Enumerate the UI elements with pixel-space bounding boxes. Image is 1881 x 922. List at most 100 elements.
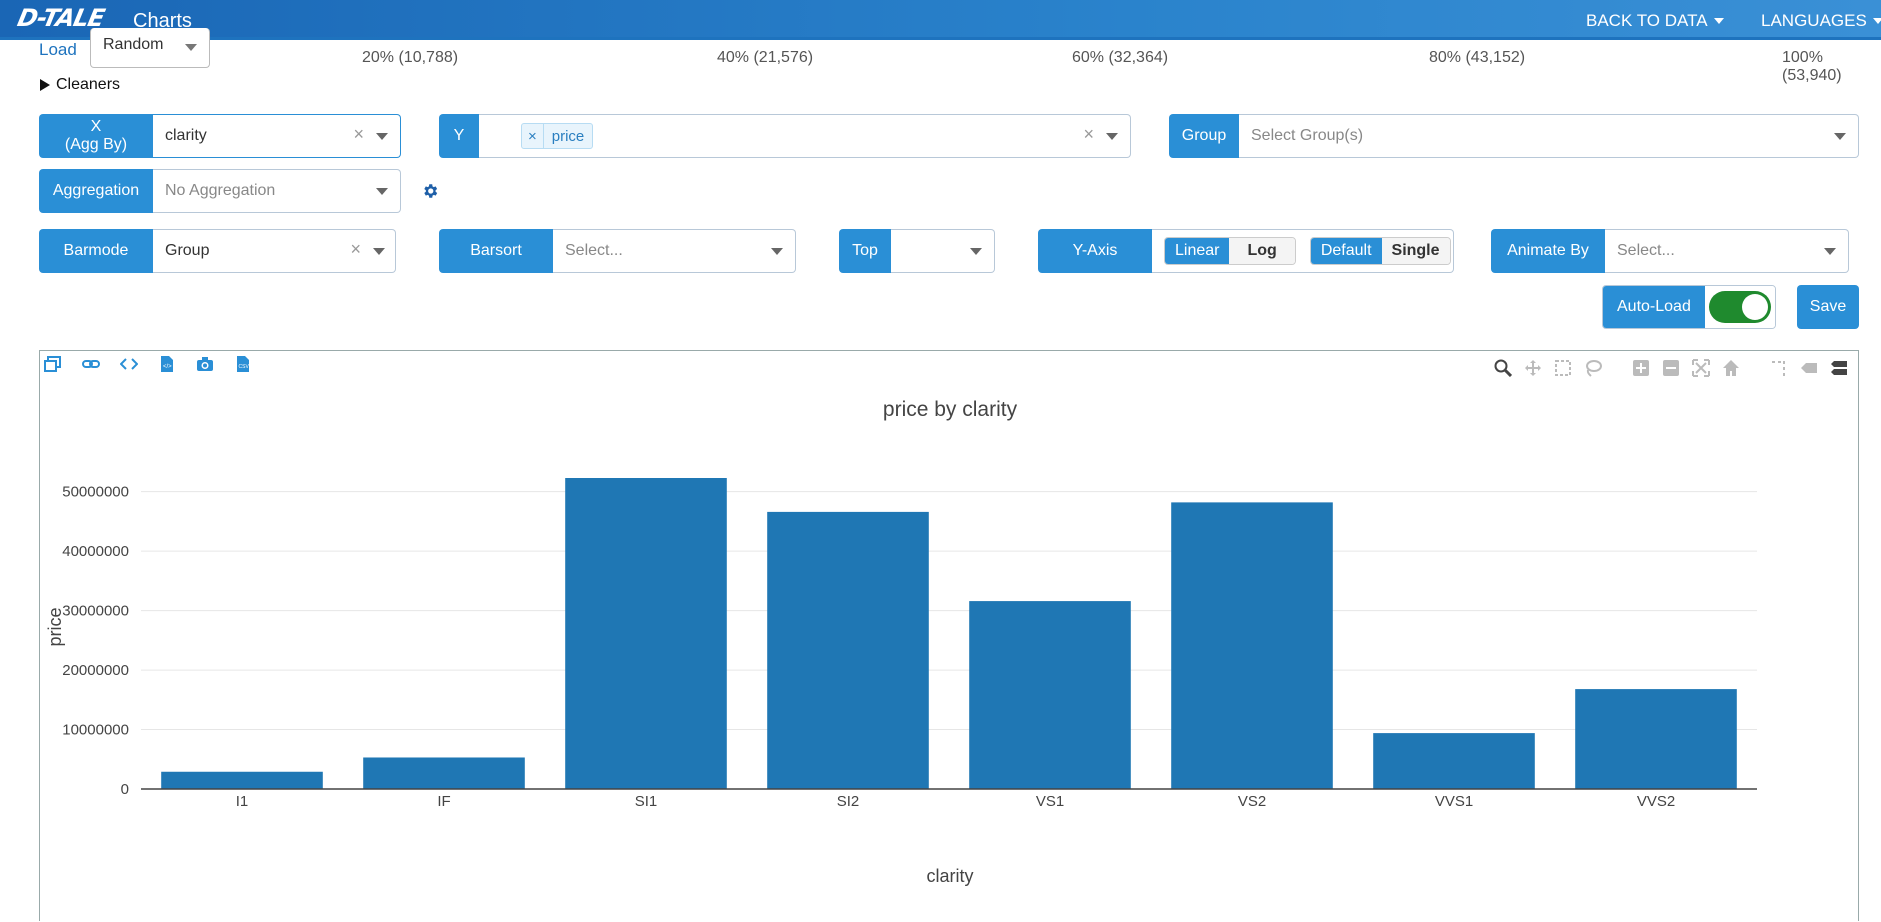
chevron-down-icon[interactable]: [373, 248, 385, 255]
bar[interactable]: [767, 511, 929, 789]
toggle-knob: [1741, 294, 1768, 320]
load-select[interactable]: Random: [90, 28, 210, 68]
autoload-toggle[interactable]: [1708, 291, 1771, 323]
x-tick-label: VS1: [1036, 793, 1064, 810]
load-select-value: Random: [103, 36, 164, 53]
bar[interactable]: [161, 771, 323, 789]
chart-bars: [161, 478, 1737, 789]
load-label: Load: [39, 40, 77, 59]
x-axis-title: clarity: [926, 866, 973, 886]
percentile-label: 40% (21,576): [717, 49, 814, 66]
top-select[interactable]: [891, 229, 995, 273]
y-axis-select[interactable]: × price ×: [479, 114, 1131, 158]
chevron-down-icon[interactable]: [376, 133, 388, 140]
chevron-down-icon[interactable]: [970, 248, 982, 255]
chevron-down-icon[interactable]: [1106, 133, 1118, 140]
x-tick-label: SI2: [837, 793, 860, 810]
cleaners-toggle[interactable]: Cleaners: [40, 76, 120, 94]
barsort-label: Barsort: [439, 229, 553, 273]
cleaners-label: Cleaners: [56, 76, 121, 93]
chevron-down-icon[interactable]: [771, 248, 783, 255]
caret-down-icon: [1713, 18, 1724, 24]
y-tick-label: 50000000: [62, 484, 129, 501]
animate-select[interactable]: Select...: [1605, 229, 1849, 273]
x-tick-label: VS2: [1238, 793, 1266, 810]
chart-grid: [141, 491, 1757, 731]
bar[interactable]: [565, 478, 727, 789]
yaxis-linear-button[interactable]: Linear: [1165, 238, 1230, 264]
remove-chip-icon[interactable]: ×: [522, 124, 544, 148]
clear-icon[interactable]: ×: [353, 124, 364, 145]
clear-icon[interactable]: ×: [1083, 124, 1094, 145]
barsort-select[interactable]: Select...: [553, 229, 796, 273]
barsort-placeholder: Select...: [565, 242, 623, 259]
x-label-line1: X: [90, 117, 102, 135]
x-label-line2: (Agg By): [64, 136, 128, 153]
yaxis-control: Y-Axis Linear Log Default Single: [1038, 229, 1454, 273]
bar[interactable]: [1373, 733, 1535, 789]
chart-title: price by clarity: [883, 398, 1018, 421]
x-tick-label: VVS2: [1637, 793, 1675, 810]
percentile-label: 60% (32,364): [1072, 49, 1169, 66]
clear-icon[interactable]: ×: [350, 239, 361, 260]
yaxis-label: Y-Axis: [1038, 229, 1152, 273]
top-label: Top: [839, 229, 891, 273]
chart-panel: </> CSV price by clarity 0 10000000 200000…: [39, 350, 1859, 921]
yaxis-log-button[interactable]: Log: [1229, 238, 1295, 264]
caret-down-icon: [1872, 18, 1881, 24]
group-placeholder: Select Group(s): [1251, 127, 1364, 144]
x-axis-value: clarity: [165, 127, 207, 144]
chevron-down-icon[interactable]: [376, 188, 388, 195]
bar[interactable]: [1171, 502, 1333, 789]
barmode-select[interactable]: Group ×: [153, 229, 396, 273]
aggregation-select[interactable]: No Aggregation: [153, 169, 401, 213]
x-axis-label: X (Agg By): [39, 114, 153, 158]
bar-chart: price by clarity 0 10000000 20000000 300000…: [45, 398, 1757, 886]
x-tick-label: IF: [437, 793, 450, 810]
aggregation-placeholder: No Aggregation: [165, 182, 276, 199]
animate-control: Animate By Select...: [1491, 229, 1849, 273]
chevron-down-icon[interactable]: [1834, 133, 1846, 140]
group-select[interactable]: Select Group(s): [1239, 114, 1859, 158]
percentile-label: 80% (43,152): [1429, 49, 1526, 66]
x-tick-label: I1: [236, 793, 249, 810]
bar[interactable]: [1575, 689, 1737, 789]
aggregation-control: Aggregation No Aggregation: [39, 169, 401, 213]
bar[interactable]: [363, 757, 525, 789]
x-axis-control: X (Agg By) clarity ×: [39, 114, 401, 158]
y-chip-label: price: [551, 127, 585, 145]
save-button[interactable]: Save: [1797, 285, 1859, 329]
yaxis-scale-toggle: Linear Log: [1164, 237, 1296, 265]
barsort-control: Barsort Select...: [439, 229, 796, 273]
gear-icon[interactable]: [421, 182, 439, 200]
back-to-data-menu[interactable]: BACK TO DATA: [1586, 11, 1724, 31]
navbar: D-TALE Charts BACK TO DATA LANGUAGES: [0, 0, 1881, 40]
y-tick-label: 10000000: [62, 722, 129, 739]
x-axis-select[interactable]: clarity ×: [153, 114, 401, 158]
x-tick-labels: I1 IF SI1 SI2 VS1 VS2 VVS1 VVS2: [236, 793, 1675, 810]
animate-placeholder: Select...: [1617, 242, 1675, 259]
group-label: Group: [1169, 114, 1239, 158]
yaxis-options: Linear Log Default Single: [1152, 229, 1454, 273]
back-to-data-label: BACK TO DATA: [1586, 11, 1708, 30]
y-tick-label: 40000000: [62, 543, 129, 560]
x-tick-label: VVS1: [1435, 793, 1473, 810]
group-control: Group Select Group(s): [1169, 114, 1859, 158]
yaxis-single-button[interactable]: Single: [1381, 238, 1450, 264]
autoload-toggle-wrap: [1704, 286, 1775, 328]
x-tick-label: SI1: [635, 793, 658, 810]
yaxis-mode-toggle: Default Single: [1309, 237, 1451, 265]
y-tick-labels: 0 10000000 20000000 30000000 40000000 5000000…: [62, 484, 129, 798]
aggregation-label: Aggregation: [39, 169, 153, 213]
y-tick-label: 30000000: [62, 603, 129, 620]
y-tick-label: 20000000: [62, 662, 129, 679]
percentile-label: 20% (10,788): [362, 49, 459, 66]
languages-menu[interactable]: LANGUAGES: [1761, 11, 1881, 31]
percentile-label: 100% (53,940): [1782, 49, 1842, 84]
barmode-control: Barmode Group ×: [39, 229, 396, 273]
bar[interactable]: [969, 601, 1131, 789]
languages-label: LANGUAGES: [1761, 11, 1867, 30]
top-control: Top: [839, 229, 995, 273]
yaxis-default-button[interactable]: Default: [1310, 238, 1382, 264]
chevron-down-icon[interactable]: [1824, 248, 1836, 255]
